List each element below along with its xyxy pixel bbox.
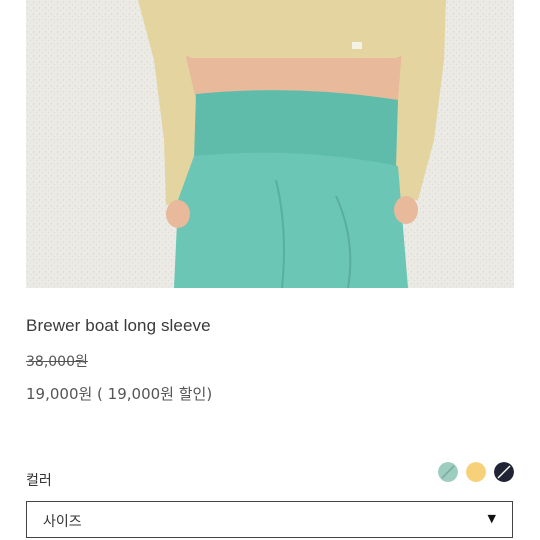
original-price: 38,000원 [26,354,88,370]
product-photo-illustration [26,0,514,288]
chevron-down-icon: ▼ [487,512,496,525]
swatch-yellow-icon [466,462,486,482]
pants-body [174,152,408,288]
swatch-mint-icon [438,462,458,482]
color-swatches [438,462,514,482]
size-select-label: 사이즈 [43,514,82,530]
sale-price: 19,000원 ( 19,000원 할인) [26,385,213,403]
color-swatch-yellow[interactable] [466,462,486,482]
product-photo[interactable] [26,0,514,288]
size-select[interactable]: 사이즈 ▼ [26,501,513,538]
left-hand [166,200,190,228]
top-label-tag [352,42,362,49]
product-name: Brewer boat long sleeve [26,316,211,335]
product-page: Brewer boat long sleeve 38,000원 19,000원 … [0,0,540,540]
color-swatch-navy[interactable] [494,462,514,482]
right-hand [394,196,418,224]
swatch-navy-icon [494,462,514,482]
color-swatch-mint[interactable] [438,462,458,482]
color-option-label: 컬러 [26,473,52,489]
cropped-top [172,0,414,58]
